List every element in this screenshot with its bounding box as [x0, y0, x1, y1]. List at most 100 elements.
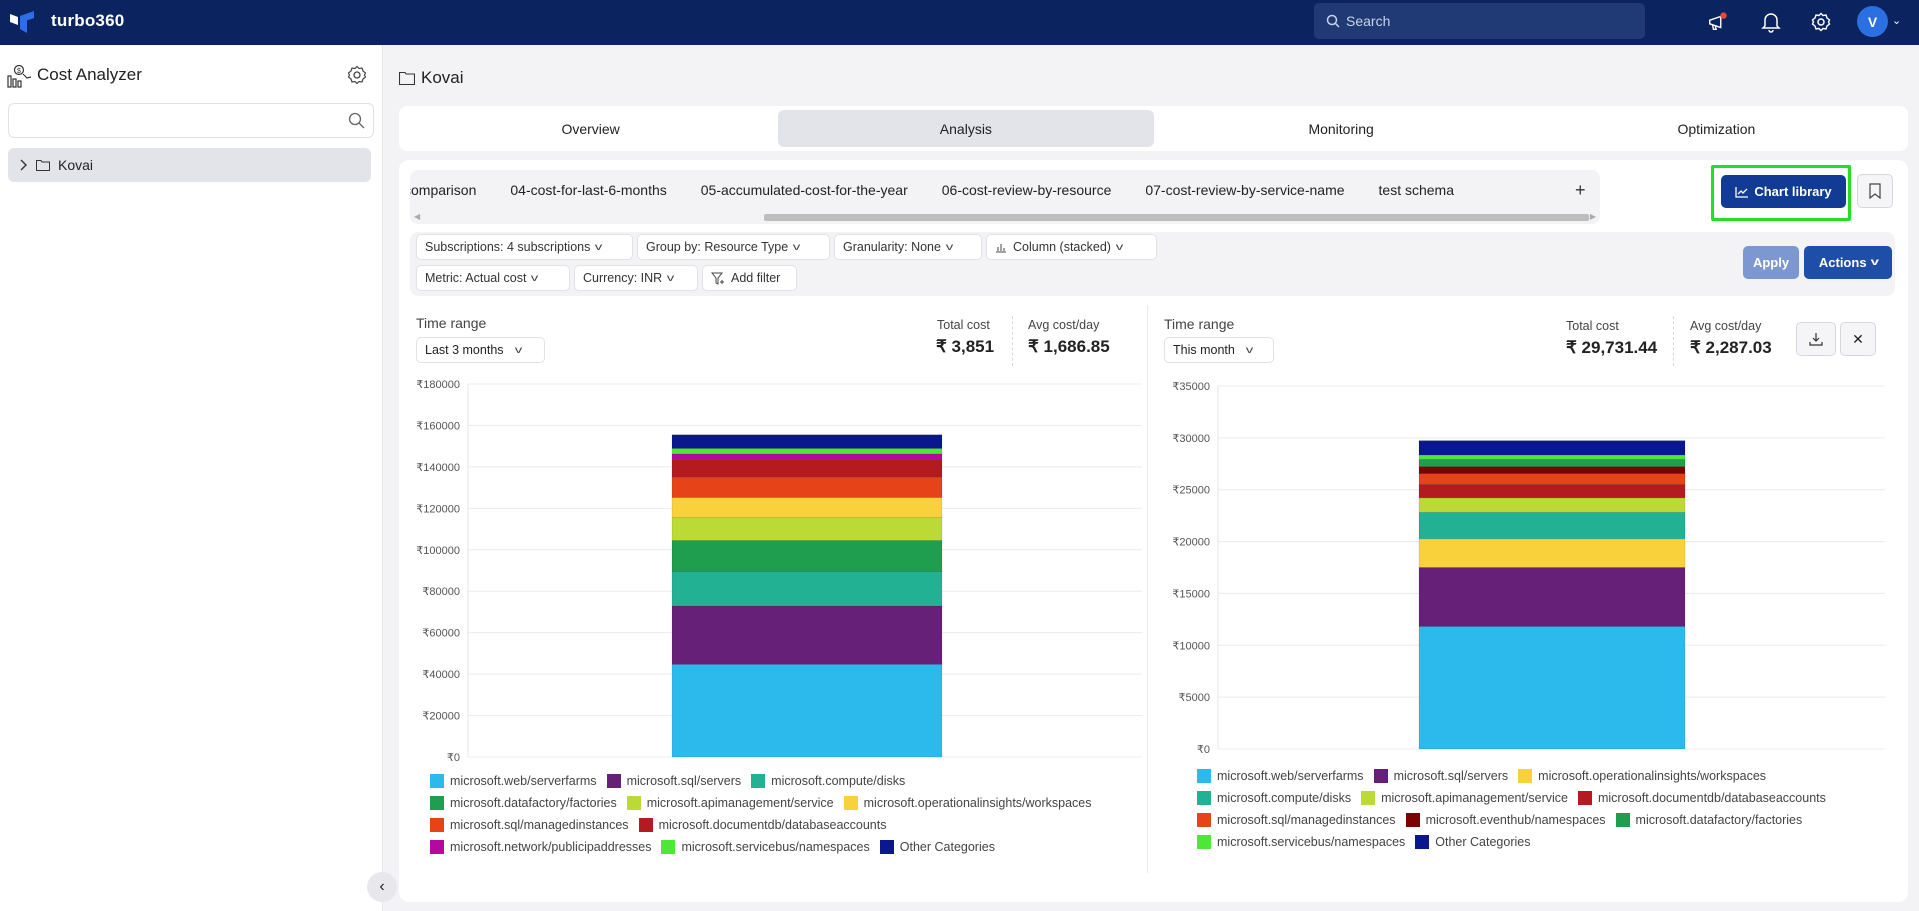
bar-segment[interactable]: [671, 448, 943, 455]
legend-item[interactable]: microsoft.eventhub/namespaces: [1405, 812, 1606, 828]
group-by-dropdown[interactable]: Group by: Resource Type v: [637, 234, 830, 260]
bar-segment[interactable]: [671, 664, 943, 758]
legend-item[interactable]: Other Categories: [879, 839, 995, 855]
bar-segment[interactable]: [1418, 466, 1686, 474]
bar-segment[interactable]: [1418, 454, 1686, 460]
tabs-horizontal-scrollbar[interactable]: ◀ ▶: [414, 212, 1596, 221]
bar-segment[interactable]: [671, 453, 943, 460]
legend-row: microsoft.web/serverfarms microsoft.sql/s…: [1197, 768, 1897, 784]
bar-segment[interactable]: [671, 434, 943, 449]
legend-item[interactable]: microsoft.network/publicipaddresses: [430, 839, 651, 855]
bar-segment[interactable]: [1418, 538, 1686, 568]
legend-item[interactable]: microsoft.sql/servers: [606, 773, 741, 789]
legend-swatch: [879, 840, 894, 854]
bar-segment[interactable]: [1418, 458, 1686, 467]
tab-overview[interactable]: Overview: [403, 110, 778, 147]
legend-item[interactable]: microsoft.apimanagement/service: [626, 795, 834, 811]
legend-item[interactable]: microsoft.apimanagement/service: [1361, 790, 1568, 806]
legend-item[interactable]: microsoft.sql/managedinstances: [430, 817, 629, 833]
announcements-button[interactable]: [1707, 11, 1729, 33]
metric-dropdown[interactable]: Metric: Actual cost v: [416, 265, 570, 291]
legend-item[interactable]: microsoft.sql/managedinstances: [1197, 812, 1396, 828]
report-tab[interactable]: 04-cost-for-last-6-months: [510, 182, 666, 204]
bar-segment[interactable]: [671, 540, 943, 572]
bar-segment[interactable]: [1418, 567, 1686, 627]
legend-item[interactable]: microsoft.operationalinsights/workspaces: [1518, 768, 1766, 784]
report-tab[interactable]: 07-cost-review-by-service-name: [1145, 182, 1344, 204]
subscriptions-dropdown[interactable]: Subscriptions: 4 subscriptions v: [416, 234, 633, 260]
add-filter-button[interactable]: Add filter: [702, 265, 797, 291]
bar-segment[interactable]: [671, 571, 943, 607]
time-range-dropdown[interactable]: Last 3 months v: [416, 337, 545, 363]
legend-item[interactable]: microsoft.operationalinsights/workspaces: [843, 795, 1092, 811]
legend-item[interactable]: microsoft.compute/disks: [1197, 790, 1351, 806]
legend-item[interactable]: microsoft.documentdb/databaseaccounts: [638, 817, 886, 833]
legend-item[interactable]: microsoft.web/serverfarms: [430, 773, 597, 789]
tree-item-kovai[interactable]: Kovai: [8, 148, 371, 182]
global-search-input[interactable]: Search: [1314, 3, 1645, 39]
legend-item[interactable]: microsoft.sql/servers: [1373, 768, 1509, 784]
collapse-sidebar-button[interactable]: ‹: [367, 872, 397, 902]
chevron-right-icon[interactable]: [20, 159, 28, 171]
bar-segment[interactable]: [1418, 483, 1686, 499]
bar-segment[interactable]: [1418, 473, 1686, 485]
time-range-dropdown[interactable]: This month v: [1164, 337, 1274, 363]
add-report-tab-button[interactable]: +: [1575, 180, 1586, 201]
bar-segment[interactable]: [1418, 626, 1686, 750]
legend-swatch: [430, 796, 444, 810]
granularity-dropdown[interactable]: Granularity: None v: [834, 234, 982, 260]
report-tab[interactable]: 06-cost-review-by-resource: [942, 182, 1112, 204]
notifications-button[interactable]: [1760, 11, 1782, 33]
bookmark-button[interactable]: [1857, 174, 1893, 208]
legend-item[interactable]: Other Categories: [1415, 834, 1530, 850]
left-stacked-column-chart: ₹0 ₹20000 ₹40000 ₹60000 ₹80000 ₹100000 ₹120000…: [416, 379, 1142, 764]
user-avatar[interactable]: V: [1857, 6, 1888, 37]
legend-swatch: [843, 796, 858, 810]
settings-button[interactable]: [1810, 11, 1832, 33]
download-button[interactable]: [1796, 322, 1836, 356]
bar-segment[interactable]: [671, 497, 943, 518]
report-tab[interactable]: 05-accumulated-cost-for-the-year: [701, 182, 908, 204]
legend-item[interactable]: microsoft.servicebus/namespaces: [1197, 834, 1405, 850]
tab-monitoring[interactable]: Monitoring: [1154, 110, 1529, 147]
legend-item[interactable]: microsoft.web/serverfarms: [1197, 768, 1364, 784]
chevron-down-icon[interactable]: ⌄: [1892, 14, 1901, 27]
bar-segment[interactable]: [1418, 511, 1686, 540]
avg-cost-label: Avg cost/day: [1028, 318, 1100, 332]
tab-analysis[interactable]: Analysis: [778, 110, 1154, 147]
report-tab[interactable]: test schema: [1379, 182, 1454, 204]
tab-optimization[interactable]: Optimization: [1529, 110, 1904, 147]
bar-segment[interactable]: [671, 458, 943, 478]
bar-segment[interactable]: [671, 605, 943, 665]
legend-item[interactable]: microsoft.servicebus/namespaces: [661, 839, 870, 855]
page-title: Kovai: [399, 68, 464, 88]
close-panel-button[interactable]: ✕: [1840, 322, 1876, 356]
report-tab[interactable]: comparison: [410, 182, 476, 204]
legend-item[interactable]: microsoft.datafactory/factories: [430, 795, 617, 811]
currency-dropdown[interactable]: Currency: INR v: [574, 265, 698, 291]
sidebar-search-input[interactable]: [8, 103, 374, 138]
actions-dropdown-button[interactable]: Actions v: [1804, 246, 1892, 279]
chevron-down-icon: v: [666, 272, 675, 284]
legend-swatch: [430, 774, 444, 788]
sidebar-settings-gear-icon[interactable]: [347, 65, 367, 85]
legend-label: microsoft.datafactory/factories: [1635, 813, 1803, 827]
scroll-right-arrow-icon[interactable]: ▶: [1590, 212, 1596, 221]
bar-segment[interactable]: [671, 476, 943, 498]
y-tick-label: ₹10000: [1172, 640, 1210, 652]
scrollbar-thumb[interactable]: [764, 214, 1589, 221]
bar-segment[interactable]: [671, 517, 943, 541]
brand-name[interactable]: turbo360: [51, 11, 124, 31]
legend-swatch: [1197, 791, 1211, 805]
chart-library-button[interactable]: Chart library: [1721, 175, 1846, 208]
chart-type-dropdown[interactable]: Column (stacked) v: [986, 234, 1157, 260]
bar-segment[interactable]: [1418, 440, 1686, 456]
legend-item[interactable]: microsoft.compute/disks: [751, 773, 905, 789]
legend-label: microsoft.sql/servers: [1393, 769, 1509, 783]
scroll-left-arrow-icon[interactable]: ◀: [414, 212, 420, 221]
apply-button[interactable]: Apply: [1743, 246, 1799, 279]
legend-item[interactable]: microsoft.datafactory/factories: [1615, 812, 1803, 828]
bar-segment[interactable]: [1418, 497, 1686, 513]
legend-item[interactable]: microsoft.documentdb/databaseaccounts: [1577, 790, 1826, 806]
legend-row: microsoft.web/serverfarms microsoft.sql/s…: [430, 773, 1150, 789]
